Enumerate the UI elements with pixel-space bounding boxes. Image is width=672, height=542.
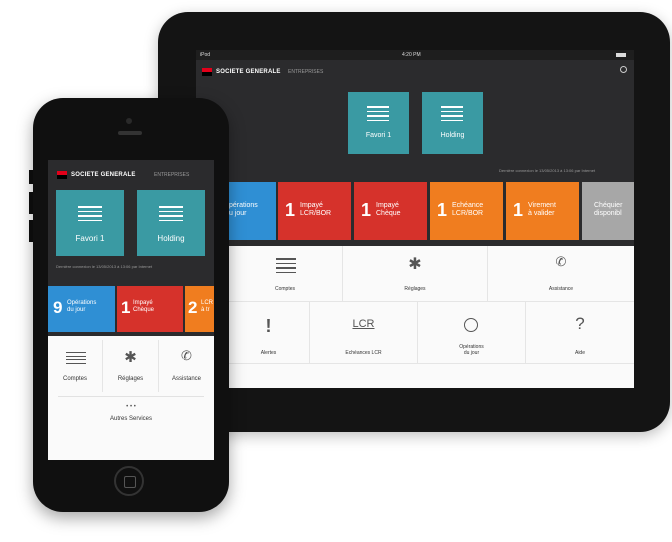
list-icon bbox=[78, 206, 102, 224]
phone-volume-button[interactable] bbox=[29, 220, 33, 242]
menu-label: Réglages bbox=[117, 376, 144, 382]
menu-operations-jour[interactable]: Opérations du jour bbox=[418, 302, 526, 364]
tile-label: Impayé Chèque bbox=[376, 202, 401, 218]
tile-operations[interactable]: pérations u jour bbox=[228, 182, 276, 240]
divider bbox=[58, 396, 204, 397]
phone-menu-row: Comptes ✱ Réglages ✆ Assistance bbox=[48, 340, 214, 392]
last-connection-text: Dernière connexion le 13/05/2013 à 13:06… bbox=[499, 168, 596, 173]
tablet-header: SOCIETE GENERALE ENTREPRISES bbox=[196, 60, 634, 84]
brand-subtitle: ENTREPRISES bbox=[288, 69, 324, 75]
menu-label: Réglages bbox=[404, 286, 426, 292]
battery-icon bbox=[616, 53, 626, 57]
brand-name: SOCIETE GENERALE bbox=[216, 69, 281, 75]
menu-reglages[interactable]: ✱ Réglages bbox=[343, 246, 488, 302]
tile-count: 1 bbox=[285, 200, 296, 220]
tile-count: 2 bbox=[188, 298, 198, 317]
favorite-label: Holding bbox=[440, 132, 465, 139]
status-device: iPod bbox=[200, 52, 211, 58]
tile-label: Impayé Chèque bbox=[133, 300, 155, 313]
menu-reglages[interactable]: ✱ Réglages bbox=[103, 340, 159, 392]
menu-comptes[interactable]: Comptes bbox=[48, 340, 103, 392]
menu-label: Assistance bbox=[548, 286, 574, 292]
tile-echeance-lcr[interactable]: 1 Echéance LCR/BOR bbox=[430, 182, 503, 240]
tile-operations[interactable]: 9 Opérations du jour bbox=[48, 286, 115, 332]
status-time: 4:20 PM bbox=[402, 52, 421, 58]
front-camera bbox=[126, 118, 132, 124]
tile-count: 1 bbox=[437, 200, 448, 220]
sg-logo-icon bbox=[202, 68, 212, 76]
tile-count: 1 bbox=[513, 200, 524, 220]
power-icon[interactable] bbox=[620, 66, 627, 73]
menu-autres-services[interactable]: • • • Autres Services bbox=[48, 400, 214, 434]
phone-screen: SOCIETE GENERALE ENTREPRISES Favori 1 Ho… bbox=[48, 160, 214, 460]
menu-label: Autres Services bbox=[109, 416, 152, 422]
menu-label: Assistance bbox=[171, 376, 201, 382]
phone-volume-button[interactable] bbox=[29, 170, 33, 184]
tile-impaye-cheque[interactable]: 1 Impayé Chèque bbox=[117, 286, 183, 332]
favorite-label: Favori 1 bbox=[365, 132, 392, 139]
tile-label: Echéance LCR/BOR bbox=[452, 202, 484, 218]
favorite-label: Favori 1 bbox=[75, 234, 105, 243]
question-icon: ? bbox=[575, 314, 585, 333]
tile-label: pérations u jour bbox=[229, 202, 258, 218]
menu-label: Aide bbox=[574, 350, 585, 356]
list-icon bbox=[159, 206, 183, 224]
gear-icon: ✱ bbox=[124, 349, 137, 366]
favorite-tile-1[interactable]: Favori 1 bbox=[348, 92, 409, 154]
tile-label: Virement à valider bbox=[528, 202, 556, 218]
phone-home-button[interactable] bbox=[114, 466, 144, 496]
menu-assistance[interactable]: ✆ Assistance bbox=[159, 340, 214, 392]
clock-icon bbox=[464, 318, 478, 332]
list-icon bbox=[276, 258, 296, 276]
tile-label: Chéquier disponibl bbox=[594, 202, 623, 218]
favorite-tile-2[interactable]: Holding bbox=[137, 190, 205, 256]
menu-assistance[interactable]: ✆ Assistance bbox=[488, 246, 634, 302]
menu-comptes[interactable]: Comptes bbox=[228, 246, 343, 302]
tile-impaye-cheque[interactable]: 1 Impayé Chèque bbox=[354, 182, 427, 240]
favorite-tile-2[interactable]: Holding bbox=[422, 92, 483, 154]
brand-subtitle: ENTREPRISES bbox=[154, 172, 190, 178]
tile-lcr[interactable]: 2 LCR à tr bbox=[185, 286, 214, 332]
last-connection-text: Dernière connexion le 13/05/2013 à 13:06… bbox=[56, 264, 153, 269]
menu-aide[interactable]: ? Aide bbox=[526, 302, 634, 364]
favorite-tile-1[interactable]: Favori 1 bbox=[56, 190, 124, 256]
phone-dark-header: SOCIETE GENERALE ENTREPRISES Favori 1 Ho… bbox=[48, 160, 214, 278]
menu-label: Comptes bbox=[62, 376, 87, 382]
brand-name: SOCIETE GENERALE bbox=[71, 172, 136, 178]
phone-volume-button[interactable] bbox=[29, 192, 33, 214]
tile-label: Opérations du jour bbox=[67, 300, 97, 313]
gear-icon: ✱ bbox=[408, 256, 422, 273]
tile-count: 9 bbox=[53, 298, 63, 317]
phone-tiles-row: 9 Opérations du jour 1 Impayé Chèque 2 L… bbox=[48, 278, 214, 336]
list-icon bbox=[441, 106, 463, 124]
menu-label: Alertes bbox=[260, 350, 277, 356]
exclamation-icon: ! bbox=[265, 316, 272, 336]
earpiece bbox=[118, 131, 142, 135]
tile-chequier[interactable]: Chéquier disponibl bbox=[582, 182, 634, 240]
menu-label: Comptes bbox=[274, 286, 295, 292]
sg-logo-icon bbox=[57, 171, 67, 179]
favorite-label: Holding bbox=[157, 234, 185, 243]
tablet-screen: iPod 4:20 PM SOCIETE GENERALE ENTREPRISE… bbox=[196, 50, 634, 388]
tile-label: LCR à tr bbox=[201, 300, 214, 313]
menu-alertes[interactable]: ! Alertes bbox=[228, 302, 310, 364]
lcr-icon: LCR bbox=[352, 318, 375, 330]
more-dots-icon: • • • bbox=[126, 404, 136, 410]
menu-label: Opérations du jour bbox=[459, 344, 484, 356]
tile-count: 1 bbox=[121, 298, 131, 317]
menu-label: Echéances LCR bbox=[345, 350, 382, 356]
tile-count: 1 bbox=[361, 200, 372, 220]
tile-virement[interactable]: 1 Virement à valider bbox=[506, 182, 579, 240]
tile-impaye-lcr[interactable]: 1 Impayé LCR/BOR bbox=[278, 182, 351, 240]
phone-icon: ✆ bbox=[181, 348, 192, 363]
menu-echeances-lcr[interactable]: LCR Echéances LCR bbox=[310, 302, 418, 364]
tablet-status-bar: iPod 4:20 PM bbox=[196, 50, 634, 60]
tablet-menu-panel: Comptes ✱ Réglages ✆ Assistance ! Alerte… bbox=[228, 246, 634, 388]
tile-label: Impayé LCR/BOR bbox=[300, 202, 332, 218]
phone-icon: ✆ bbox=[555, 254, 567, 269]
list-icon bbox=[66, 352, 86, 366]
list-icon bbox=[367, 106, 389, 124]
